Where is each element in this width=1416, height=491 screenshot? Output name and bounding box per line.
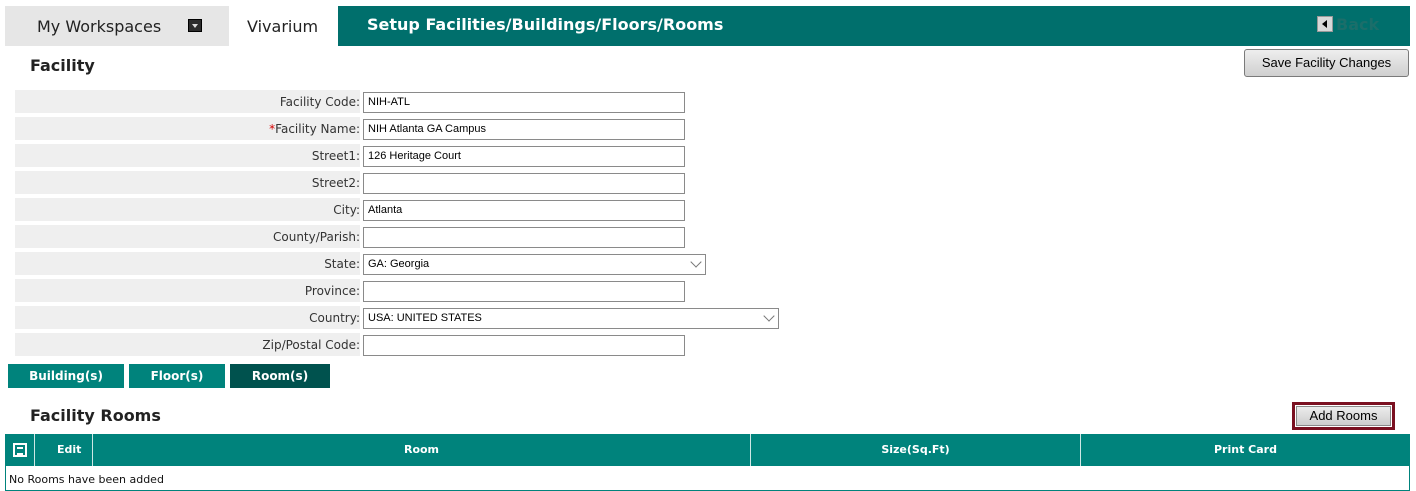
back-label: Back <box>1336 14 1380 34</box>
form-row-facility-name: *Facility Name: NIH Atlanta GA Campus <box>15 117 1410 142</box>
table-settings-cell[interactable] <box>5 434 35 466</box>
zip-field[interactable] <box>363 335 685 356</box>
form-row-facility-code: Facility Code: NIH-ATL <box>15 90 1410 115</box>
county-field[interactable] <box>363 227 685 248</box>
city-label: City: <box>333 203 360 217</box>
street2-label: Street2: <box>311 176 360 190</box>
form-row-zip: Zip/Postal Code: <box>15 333 1410 358</box>
add-rooms-button[interactable]: Add Rooms <box>1296 406 1391 426</box>
facility-name-field[interactable]: NIH Atlanta GA Campus <box>363 119 685 140</box>
col-print-card: Print Card <box>1214 443 1277 456</box>
form-row-province: Province: <box>15 279 1410 304</box>
rooms-table-body: No Rooms have been added <box>5 466 1410 491</box>
form-row-county: County/Parish: <box>15 225 1410 250</box>
form-row-state: State: GA: Georgia <box>15 252 1410 277</box>
chevron-down-icon <box>690 256 702 268</box>
city-field[interactable]: Atlanta <box>363 200 685 221</box>
chevron-down-icon[interactable] <box>188 19 202 32</box>
my-workspaces-tab[interactable]: My Workspaces <box>5 6 229 46</box>
facility-rooms-title: Facility Rooms <box>30 406 161 425</box>
form-row-city: City: Atlanta <box>15 198 1410 223</box>
tab-rooms[interactable]: Room(s) <box>230 364 330 388</box>
country-select-value: USA: UNITED STATES <box>368 312 482 324</box>
tab-buildings[interactable]: Building(s) <box>8 364 124 388</box>
chevron-down-icon <box>763 310 775 322</box>
form-row-street1: Street1: 126 Heritage Court <box>15 144 1410 169</box>
country-select[interactable]: USA: UNITED STATES <box>363 308 779 329</box>
add-rooms-button-focus-ring: Add Rooms <box>1292 402 1395 430</box>
province-label: Province: <box>304 284 360 298</box>
street2-field[interactable] <box>363 173 685 194</box>
col-edit: Edit <box>35 434 93 466</box>
street1-label: Street1: <box>311 149 360 163</box>
state-select[interactable]: GA: Georgia <box>363 254 706 275</box>
rooms-table-header: Edit Room Size(Sq.Ft) Print Card <box>5 434 1410 466</box>
tab-floors[interactable]: Floor(s) <box>129 364 225 388</box>
empty-message: No Rooms have been added <box>9 473 164 486</box>
col-size[interactable]: Size(Sq.Ft) <box>751 434 1081 466</box>
my-workspaces-label: My Workspaces <box>37 17 162 36</box>
province-field[interactable] <box>363 281 685 302</box>
save-facility-changes-button[interactable]: Save Facility Changes <box>1244 49 1409 77</box>
zip-label: Zip/Postal Code: <box>262 338 360 352</box>
back-button[interactable]: Back <box>1317 14 1380 34</box>
vivarium-tab[interactable]: Vivarium <box>229 6 338 46</box>
facility-section-title: Facility <box>30 56 95 75</box>
form-row-country: Country: USA: UNITED STATES <box>15 306 1410 331</box>
col-room[interactable]: Room <box>93 434 751 466</box>
county-label: County/Parish: <box>273 230 360 244</box>
facility-name-label-text: Facility Name: <box>275 122 360 136</box>
facility-code-field[interactable]: NIH-ATL <box>363 92 685 113</box>
state-select-value: GA: Georgia <box>368 258 430 270</box>
state-label: State: <box>324 257 360 271</box>
page-title: Setup Facilities/Buildings/Floors/Rooms <box>367 15 724 34</box>
label-cell <box>15 171 360 195</box>
label-cell <box>15 252 360 276</box>
facility-code-label: Facility Code: <box>279 95 360 109</box>
form-row-street2: Street2: <box>15 171 1410 196</box>
country-label: Country: <box>309 311 360 325</box>
street1-field[interactable]: 126 Heritage Court <box>363 146 685 167</box>
label-cell <box>15 144 360 168</box>
facility-name-label: *Facility Name: <box>269 122 360 136</box>
back-arrow-icon <box>1317 16 1333 32</box>
vivarium-label: Vivarium <box>247 17 319 36</box>
table-settings-icon[interactable] <box>13 443 27 457</box>
label-cell <box>15 198 360 222</box>
